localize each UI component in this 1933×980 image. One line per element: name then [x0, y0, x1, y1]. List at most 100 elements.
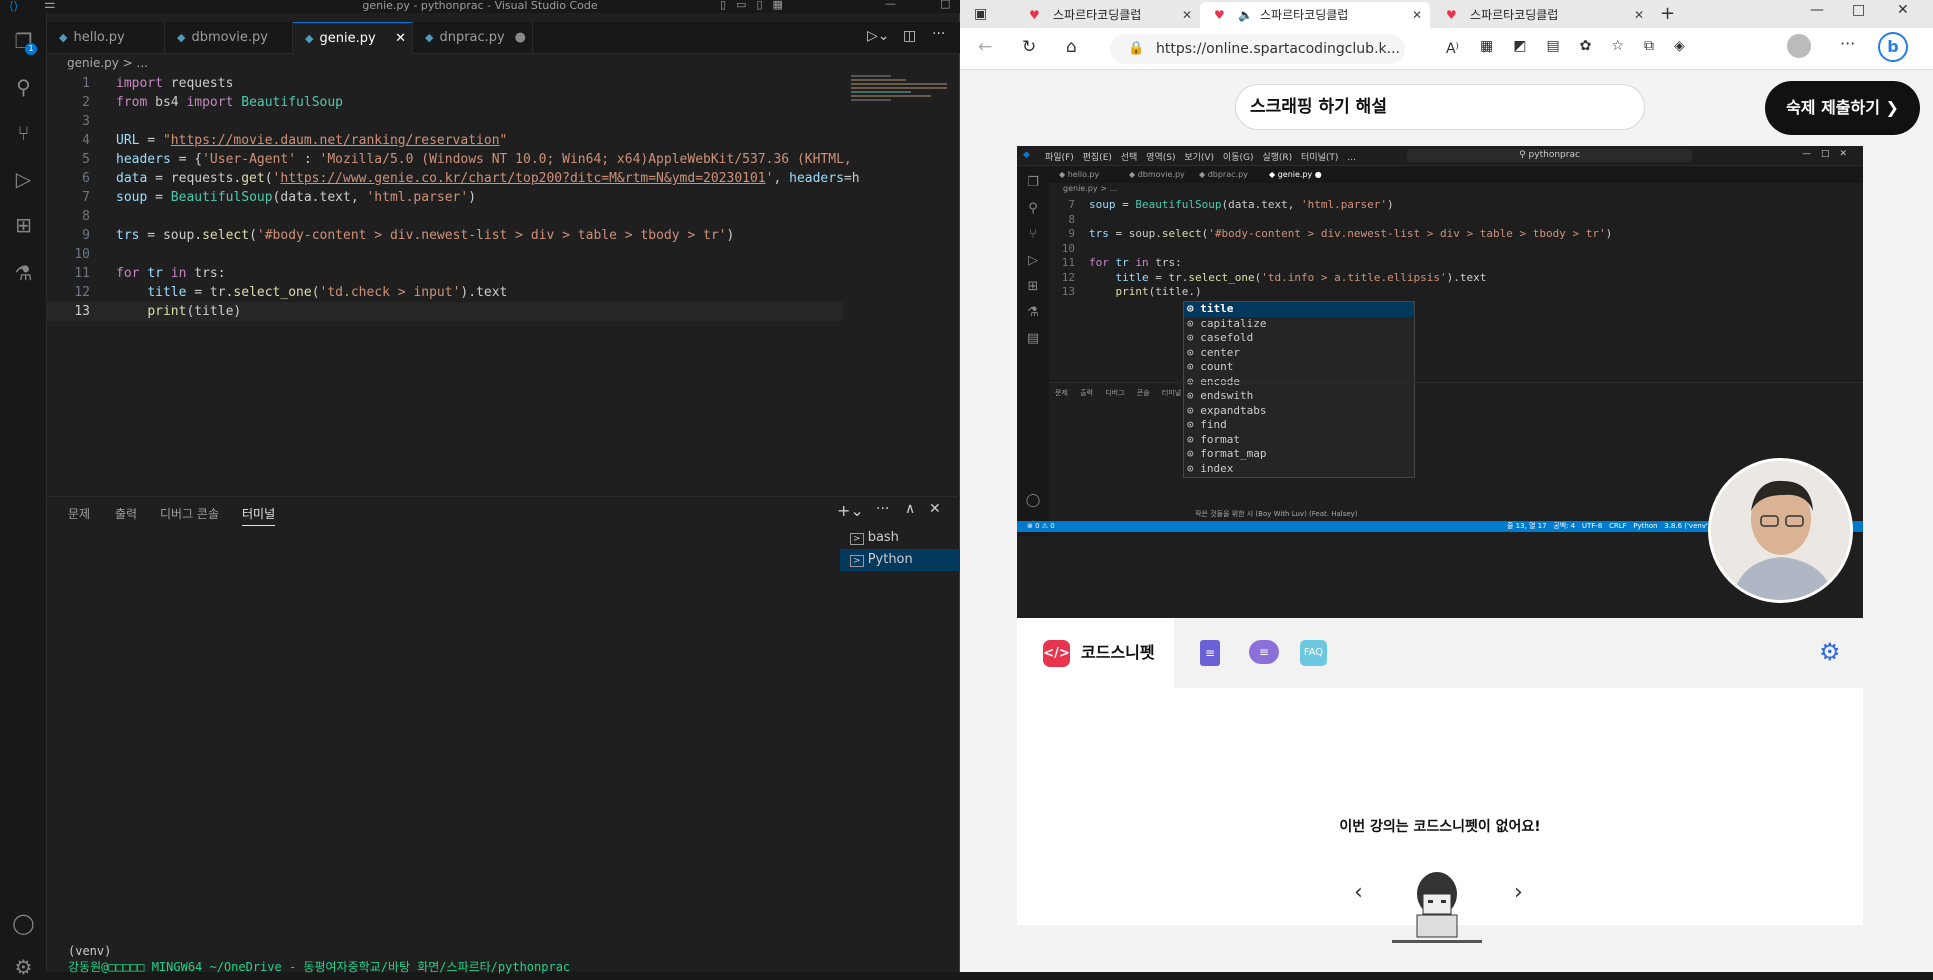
close-tab-icon[interactable]: ✕ [395, 23, 406, 55]
read-aloud-icon[interactable]: A⁾ [1446, 34, 1459, 64]
settings-gear-icon[interactable]: ⚙ [1819, 638, 1841, 666]
maximize-icon[interactable]: □ [1852, 2, 1865, 18]
video-autocomplete: ⊙ title ⊙ capitalize ⊙ casefold ⊙ center ⊙ c… [1183, 301, 1415, 478]
autocomplete-item: ⊙ format_map [1187, 447, 1267, 460]
home-icon[interactable]: ⌂ [1066, 37, 1077, 57]
python-file-icon: ◆ [59, 31, 68, 44]
code-line[interactable]: 4 URL = "https://movie.daum.net/ranking/r… [47, 131, 843, 150]
refresh-icon[interactable]: ↻ [1022, 37, 1036, 57]
line-number: 10 [74, 247, 90, 262]
code-line[interactable]: 9 trs = soup.select('#body-content > div.… [47, 226, 843, 245]
editor-tabs: ◆ hello.py ◆ dbmovie.py ◆ genie.py ✕ ◆ dnprac… [47, 22, 960, 54]
next-arrow-icon[interactable]: › [1514, 880, 1523, 905]
more-icon[interactable]: ··· [1840, 34, 1855, 53]
settings-gear-icon[interactable]: ⚙ [11, 955, 36, 980]
run-file-icon[interactable]: ▷⌄ [867, 28, 890, 44]
breadcrumb[interactable]: genie.py > ... [67, 56, 148, 70]
minimize-icon[interactable]: — [1810, 2, 1824, 18]
new-terminal-icon[interactable]: +⌄ [837, 501, 864, 520]
lecture-page: 스크래핑 하기 해설 숙제 제출하기 ❯ ◆ 파일(F) 편집(E) 선택 영역… [960, 71, 1933, 972]
more-icon[interactable]: ··· [876, 501, 889, 517]
code-text: URL = "https://movie.daum.net/ranking/re… [116, 133, 508, 148]
close-tab-icon[interactable]: ✕ [1182, 2, 1192, 28]
python-file-icon: ◆ [177, 31, 186, 44]
minimize-icon[interactable]: — [885, 0, 896, 10]
autocomplete-item: ⊙ title [1184, 302, 1414, 317]
tab-genie[interactable]: ◆ genie.py ✕ [293, 22, 413, 54]
back-icon[interactable]: ← [978, 37, 992, 57]
search-icon[interactable]: ⚲ [11, 75, 36, 100]
tab-problems[interactable]: 문제 [68, 505, 90, 522]
tab-code-snippet[interactable]: </> 코드스니펫 [1017, 618, 1174, 688]
layout-icons[interactable]: ▯▭▯▦ [720, 0, 793, 11]
notes-icon[interactable]: ≡ [1200, 640, 1220, 666]
code-line[interactable]: 13 print(title) [47, 302, 843, 321]
url-field[interactable]: 🔒 https://online.spartacodingclub.k... A… [1110, 34, 1493, 64]
prev-arrow-icon[interactable]: ‹ [1354, 880, 1363, 905]
run-debug-icon[interactable]: ▷ [11, 167, 36, 192]
terminal-item-bash[interactable]: > bash [840, 527, 960, 549]
speaker-icon[interactable]: 🔈 [1238, 2, 1253, 28]
code-line[interactable]: 11 for tr in trs: [47, 264, 843, 283]
chat-icon[interactable]: ≡ [1249, 640, 1279, 664]
account-icon[interactable]: ◯ [11, 911, 36, 936]
submit-homework-button[interactable]: 숙제 제출하기 ❯ [1765, 81, 1920, 135]
code-line[interactable]: 12 title = tr.select_one('td.check > inp… [47, 283, 843, 302]
browser-tab-3[interactable]: ♥ 스파르타코딩클럽 ✕ [1432, 2, 1652, 28]
tab-actions-icon[interactable]: ▣ [974, 6, 987, 22]
terminal-output[interactable]: (venv) 강동원@□□□□□ MINGW64 ~/OneDrive - 동평… [68, 944, 570, 975]
autocomplete-item: ⊙ casefold [1187, 331, 1254, 344]
video-code-line: 13 print(title.) [1061, 285, 1202, 298]
source-control-icon[interactable]: ⑂ [11, 121, 36, 146]
extension-icons[interactable]: ▦◩▤✿☆⧉◈ [1480, 38, 1705, 54]
browser-tabstrip: ▣ ♥ 스파르타코딩클럽 ✕ ♥ 🔈 스파르타코딩클럽 ✕ ♥ 스파르타코딩클럽 ✕ + — … [960, 0, 1933, 28]
faq-icon[interactable]: FAQ [1300, 640, 1327, 666]
address-bar-row: ← ↻ ⌂ 🔒 https://online.spartacodingclub.… [960, 28, 1933, 70]
code-line[interactable]: 5 headers = {'User-Agent' : 'Mozilla/5.0 … [47, 150, 852, 169]
more-actions-icon[interactable]: ··· [932, 26, 945, 42]
close-panel-icon[interactable]: ✕ [929, 501, 941, 517]
code-line[interactable]: 10 [47, 245, 843, 264]
tab-hello[interactable]: ◆ hello.py [47, 22, 165, 54]
autocomplete-item: ⊙ index [1187, 461, 1234, 475]
browser-tab-2[interactable]: ♥ 🔈 스파르타코딩클럽 ✕ [1200, 2, 1430, 28]
tab-dbmovie[interactable]: ◆ dbmovie.py [165, 22, 293, 54]
minimap[interactable] [851, 75, 951, 105]
code-line[interactable]: 8 [47, 207, 843, 226]
lecture-title[interactable]: 스크래핑 하기 해설 [1235, 84, 1645, 130]
line-number: 6 [82, 171, 90, 186]
profile-avatar[interactable] [1787, 34, 1811, 58]
tab-dnprac[interactable]: ◆ dnprac.py ● [413, 22, 533, 54]
testing-icon[interactable]: ⚗ [11, 261, 36, 286]
maximize-icon[interactable]: □ [940, 0, 950, 10]
code-line[interactable]: 1 import requests [47, 74, 843, 93]
extensions-icon[interactable]: ⊞ [11, 213, 36, 238]
code-line[interactable]: 6 data = requests.get('https://www.genie.… [47, 169, 859, 188]
modified-dot-icon[interactable]: ● [515, 22, 526, 54]
code-editor[interactable]: 1 import requests 2 from bs4 import Beautif… [47, 74, 860, 489]
tab-terminal[interactable]: 터미널 [242, 505, 276, 526]
code-line[interactable]: 3 [47, 112, 843, 131]
tab-debug-console[interactable]: 디버그 콘솔 [160, 505, 219, 522]
code-text: for tr in trs: [116, 266, 226, 281]
maximize-panel-icon[interactable]: ∧ [905, 501, 915, 517]
vscode-titlebar: ⟨⟩ ☰ genie.py - pythonprac - Visual Stud… [0, 0, 960, 13]
vscode-logo-icon: ◆ [1023, 150, 1030, 160]
bing-copilot-icon[interactable]: b [1878, 32, 1908, 62]
split-editor-icon[interactable]: ◫ [903, 28, 916, 44]
sparta-favicon-icon: ♥ [1446, 8, 1457, 22]
close-window-icon[interactable]: ✕ [1897, 2, 1909, 18]
terminal-item-python[interactable]: > Python [840, 549, 960, 571]
close-tab-icon[interactable]: ✕ [1412, 2, 1422, 28]
new-tab-icon[interactable]: + [1660, 3, 1675, 24]
code-line[interactable]: 2 from bs4 import BeautifulSoup [47, 93, 843, 112]
video-activity-icons: ❐ ⚲ ⑂ ▷ ⊞ ⚗ ▤ [1026, 175, 1040, 346]
close-tab-icon[interactable]: ✕ [1634, 2, 1644, 28]
activity-bar: ❐ 1 ⚲ ⑂ ▷ ⊞ ⚗ ◯ ⚙ [0, 13, 47, 979]
tab-output[interactable]: 출력 [115, 505, 137, 522]
explorer-icon[interactable]: ❐ 1 [11, 29, 37, 55]
code-line[interactable]: 7 soup = BeautifulSoup(data.text, 'html.p… [47, 188, 843, 207]
browser-tab-1[interactable]: ♥ 스파르타코딩클럽 ✕ [1015, 2, 1200, 28]
video-code-line: 11 for tr in trs: [1061, 256, 1182, 269]
video-code: 7 soup = BeautifulSoup(data.text, 'html.p… [1049, 198, 1689, 308]
